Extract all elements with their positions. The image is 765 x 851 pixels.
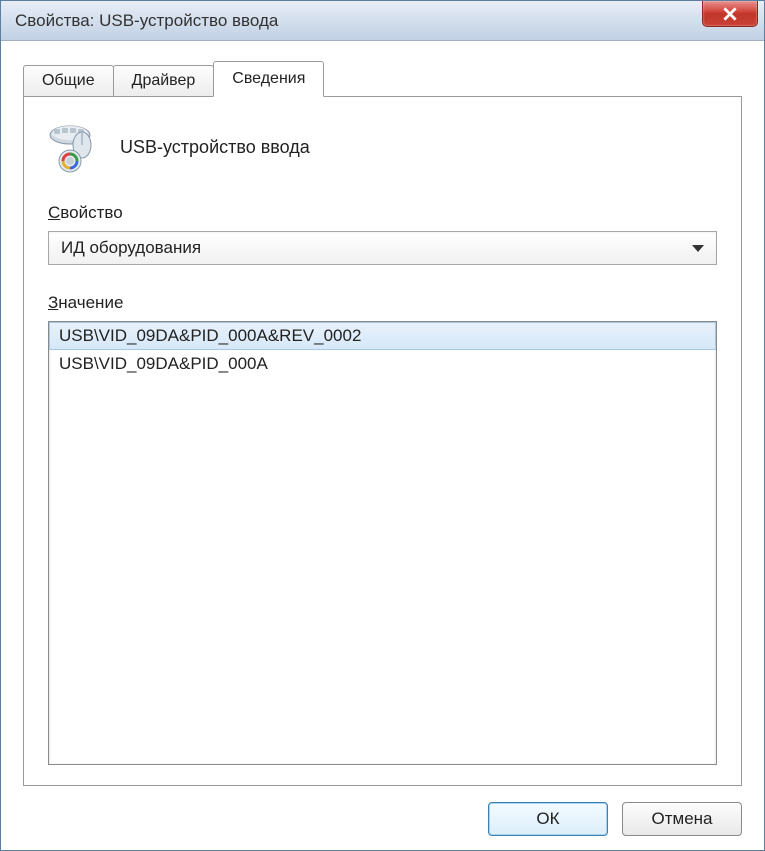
list-item[interactable]: USB\VID_09DA&PID_000A&REV_0002: [49, 322, 716, 350]
property-dropdown[interactable]: ИД оборудования: [48, 231, 717, 265]
dialog-buttons: ОК Отмена: [23, 786, 742, 836]
device-header: USB-устройство ввода: [48, 121, 717, 173]
list-item[interactable]: USB\VID_09DA&PID_000A: [49, 350, 716, 378]
close-icon: [723, 7, 737, 21]
titlebar[interactable]: Свойства: USB-устройство ввода: [1, 1, 764, 41]
value-listbox[interactable]: USB\VID_09DA&PID_000A&REV_0002 USB\VID_0…: [48, 321, 717, 765]
window-title: Свойства: USB-устройство ввода: [15, 11, 278, 31]
property-selected-value: ИД оборудования: [61, 238, 201, 258]
property-label: Свойство: [48, 203, 717, 223]
tab-driver[interactable]: Драйвер: [113, 65, 215, 96]
tab-details[interactable]: Сведения: [213, 61, 324, 97]
close-button[interactable]: [702, 1, 758, 27]
dialog-content: Общие Драйвер Сведения: [1, 41, 764, 850]
properties-dialog: Свойства: USB-устройство ввода Общие Дра…: [0, 0, 765, 851]
device-name: USB-устройство ввода: [120, 137, 310, 158]
details-panel: USB-устройство ввода Свойство ИД оборудо…: [23, 96, 742, 786]
chevron-down-icon: [692, 245, 704, 252]
device-icon: [48, 121, 100, 173]
ok-button[interactable]: ОК: [488, 802, 608, 836]
value-label: Значение: [48, 293, 717, 313]
tab-strip: Общие Драйвер Сведения: [23, 61, 742, 96]
cancel-button[interactable]: Отмена: [622, 802, 742, 836]
tab-general[interactable]: Общие: [23, 65, 114, 96]
